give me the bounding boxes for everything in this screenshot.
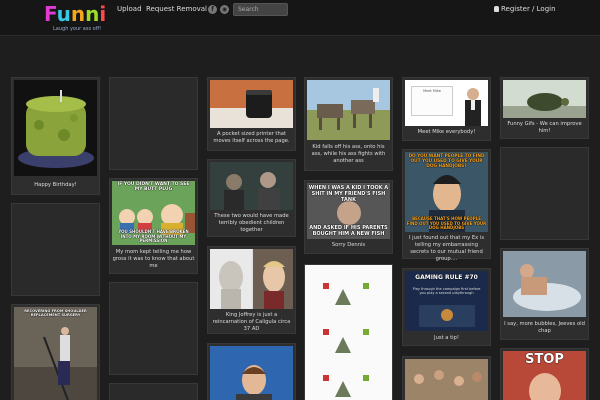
meme-top-text: DO YOU WANT PEOPLE TO FIND OUT YOU USED …	[408, 154, 485, 169]
post-image	[210, 162, 293, 210]
post-caption: Sorry Dennis	[331, 242, 366, 248]
post-image: WHEN I WAS A KID I TOOK A SHIT IN MY FRI…	[307, 183, 390, 239]
post-image	[210, 80, 293, 128]
post-image	[503, 251, 586, 317]
post-caption: A pocket sized printer that moves itself…	[213, 131, 290, 144]
post-caption: Kid falls off his ass, onto his ass, whi…	[311, 144, 386, 164]
post-card-placeholder[interactable]	[109, 77, 198, 170]
turtle-gif	[503, 80, 586, 118]
facebook-icon[interactable]: f	[208, 5, 217, 14]
post-card-placeholder[interactable]	[109, 383, 198, 400]
post-card-donkey[interactable]: Kid falls off his ass, onto his ass, whi…	[304, 77, 393, 171]
post-caption: Happy Birthday!	[34, 182, 77, 188]
post-card-bubbles[interactable]: I say, more bubbles, Jeeves old chap	[500, 248, 589, 340]
crowd-photo	[405, 359, 488, 400]
post-caption: Funny Gifs - We can improve him!	[507, 121, 582, 134]
search-input[interactable]	[233, 3, 288, 16]
post-card-stairs[interactable]: RECOVERING FROM SHOULDER REPLACEMENT SUR…	[11, 304, 100, 400]
post-caption: My mom kept telling me how gross it was …	[112, 249, 195, 269]
post-card-stop[interactable]: STOP	[500, 348, 589, 400]
post-caption: King Joffrey is just a reincarnation of …	[212, 312, 291, 332]
post-card-joffrey[interactable]: King Joffrey is just a reincarnation of …	[207, 246, 296, 334]
post-image: IF YOU DIDN'T WANT TO SEE MY BUTT PLUG Y…	[112, 181, 195, 245]
post-card-terribly[interactable]: These two would have made terribly obedi…	[207, 159, 296, 237]
post-image: DO YOU WANT PEOPLE TO FIND OUT YOU USED …	[405, 152, 488, 232]
donkey-photo	[307, 80, 390, 140]
post-image	[210, 249, 293, 309]
post-card-printer[interactable]: A pocket sized printer that moves itself…	[207, 77, 296, 151]
post-caption: Meet Mike everybody!	[417, 129, 476, 135]
post-caption: These two would have made terribly obedi…	[214, 213, 289, 233]
post-image: GAMING RULE #70 Play through the campaig…	[405, 271, 488, 331]
register-login-link[interactable]: Register / Login	[494, 5, 556, 13]
post-card-ex[interactable]: DO YOU WANT PEOPLE TO FIND OUT YOU USED …	[402, 149, 491, 262]
post-card-crowd[interactable]	[402, 356, 491, 400]
post-image	[405, 359, 488, 400]
register-login-label: Register / Login	[501, 5, 556, 13]
post-image	[307, 80, 390, 140]
post-image: RECOVERING FROM SHOULDER REPLACEMENT SUR…	[14, 307, 97, 400]
rss-icon[interactable]: ◉	[220, 5, 229, 14]
weed-cake-image	[18, 90, 94, 168]
nav-request-removal-link[interactable]: Request Removal	[146, 5, 207, 13]
meme-bottom-text: YOU SHOULDN'T HAVE BROKEN INTO MY ROOM W…	[118, 229, 189, 244]
logo-tagline: Laugh your ass off!	[53, 26, 102, 32]
post-card-dennis[interactable]: WHEN I WAS A KID I TOOK A SHIT IN MY FRI…	[304, 180, 393, 254]
post-card-rule70[interactable]: GAMING RULE #70 Play through the campaig…	[402, 268, 491, 346]
post-card-mom[interactable]: IF YOU DIDN'T WANT TO SEE MY BUTT PLUG Y…	[109, 178, 198, 274]
meme-bottom-text: BECAUSE THAT'S HOW PEOPLE FIND OUT YOU U…	[406, 216, 487, 231]
game-scene-image	[419, 305, 475, 327]
post-image	[503, 80, 586, 118]
meme-top-text: STOP	[525, 352, 564, 367]
post-image: STOP	[503, 351, 586, 400]
anchorman-image	[210, 346, 293, 400]
post-card-birthday[interactable]: Happy Birthday!	[11, 77, 100, 195]
logo-wordmark: Funni	[44, 2, 107, 26]
post-card-placeholder[interactable]	[11, 203, 100, 296]
post-image	[210, 346, 293, 400]
post-card-turtle[interactable]: Funny Gifs - We can improve him!	[500, 77, 589, 139]
mike-photo	[465, 88, 481, 126]
meme-bottom-text: AND ASKED IF HIS PARENTS BOUGHT HIM A NE…	[309, 225, 388, 237]
post-card-anchorman[interactable]	[207, 343, 296, 400]
post-image: Meet Mike	[405, 80, 488, 126]
post-card-mike[interactable]: Meet Mike Meet Mike everybody!	[402, 77, 491, 141]
scene-photo	[210, 162, 293, 210]
site-logo[interactable]: Funni Laugh your ass off!	[44, 2, 107, 33]
nav-upload-link[interactable]: Upload	[117, 5, 142, 13]
post-caption: Just a tip!	[434, 335, 459, 341]
post-card-comic[interactable]	[304, 264, 393, 400]
stairs-photo	[14, 327, 97, 400]
comic-strip-image	[305, 265, 392, 400]
joffrey-comparison-image	[210, 249, 293, 309]
meme-top-text: WHEN I WAS A KID I TOOK A SHIT IN MY FRI…	[308, 185, 389, 203]
post-card-placeholder[interactable]	[500, 147, 589, 240]
post-card-placeholder[interactable]	[109, 282, 198, 375]
post-image	[14, 80, 97, 176]
printer-photo	[210, 80, 293, 128]
user-icon	[494, 6, 499, 12]
top-navbar: Funni Laugh your ass off! Upload Request…	[0, 0, 600, 36]
post-caption: I say, more bubbles, Jeeves old chap	[504, 321, 585, 334]
post-caption: I just found out that my Ex is telling m…	[408, 235, 485, 262]
bath-photo	[503, 251, 586, 317]
